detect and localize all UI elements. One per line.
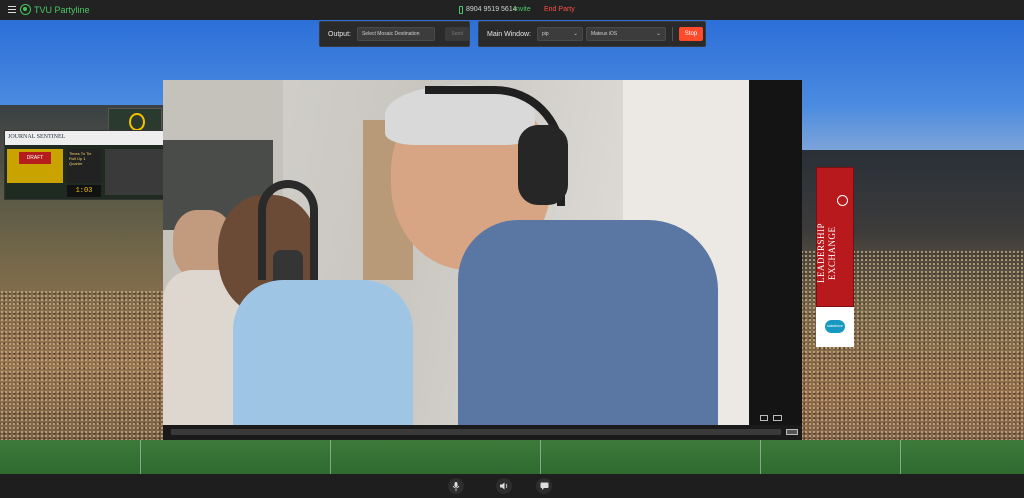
ad-line1: LEADERSHIP (816, 223, 826, 284)
fullscreen-icon[interactable] (760, 415, 768, 421)
salesforce-logo: salesforce (825, 320, 845, 333)
phone-icon (459, 6, 463, 14)
main-video-window[interactable] (163, 80, 802, 440)
main-window-panel: Main Window: pip ⌄ Mateus iOS ⌄ Stop (478, 21, 706, 47)
scoreboard-clock: 1:03 (67, 185, 101, 197)
menu-icon[interactable] (8, 6, 16, 14)
scoreboard-side-text: Times To Tie Roll Up 1 Quarter (69, 151, 92, 166)
stop-button[interactable]: Stop (678, 27, 703, 41)
team-logo (108, 108, 162, 132)
video-letterbox (749, 80, 802, 425)
video-controls (163, 415, 802, 440)
field-line (760, 440, 761, 474)
draft-label: DRAFT (19, 152, 51, 164)
field-line (900, 440, 901, 474)
chevron-down-icon: ⌄ (572, 31, 578, 37)
scoreboard: JOURNAL SENTINEL DRAFT Times To Tie Roll… (4, 130, 164, 200)
scoreboard-video (105, 149, 163, 195)
person-main-shirt (458, 220, 718, 425)
video-feed (163, 80, 749, 425)
field-line (540, 440, 541, 474)
headset-earcup-main (518, 125, 568, 205)
stadium-background: JOURNAL SENTINEL DRAFT Times To Tie Roll… (0, 20, 1024, 474)
main-window-label: Main Window: (487, 30, 531, 38)
video-end-control[interactable] (786, 429, 798, 435)
scoreboard-sign: JOURNAL SENTINEL (5, 131, 163, 145)
logo-icon (20, 4, 31, 15)
football-field (0, 440, 1024, 474)
top-bar: TVU Partyline 8904 9519 5614 Invite End … (0, 0, 1024, 20)
left-crowd (0, 290, 170, 440)
person-middle-shirt (233, 280, 413, 425)
chevron-down-icon: ⌄ (655, 31, 661, 37)
phone-number: 8904 9519 5614 (466, 6, 517, 13)
output-panel: Output: Select Mosaic Destination Send (319, 21, 470, 47)
source-select[interactable]: Mateus iOS ⌄ (585, 27, 666, 41)
send-button[interactable]: Send (445, 27, 469, 41)
ad-line2: EXCHANGE (827, 226, 837, 280)
layout-select[interactable]: pip ⌄ (536, 27, 583, 41)
scoreboard-text-panel: Times To Tie Roll Up 1 Quarter (67, 149, 101, 183)
speaker-icon[interactable] (496, 478, 512, 494)
microphone-icon[interactable] (448, 478, 464, 494)
sponsor-name: salesforce (827, 324, 843, 328)
output-label: Output: (328, 30, 351, 38)
mosaic-destination-placeholder: Select Mosaic Destination (361, 31, 420, 37)
field-line (140, 440, 141, 474)
app-title: TVU Partyline (34, 5, 90, 15)
end-party-link[interactable]: End Party (544, 6, 575, 13)
divider (671, 27, 673, 41)
mosaic-destination-select[interactable]: Select Mosaic Destination (356, 27, 436, 41)
pip-icon[interactable] (773, 415, 782, 421)
video-progress-bar[interactable] (171, 429, 781, 435)
draft-panel: DRAFT (7, 149, 63, 183)
invite-link[interactable]: Invite (514, 6, 531, 13)
source-select-value: Mateus iOS (590, 31, 618, 37)
chat-icon[interactable] (536, 478, 552, 494)
layout-select-value: pip (541, 31, 549, 37)
field-line (330, 440, 331, 474)
bottom-bar (0, 474, 1024, 498)
ad-banner-text: LEADERSHIP EXCHANGE (816, 205, 854, 301)
